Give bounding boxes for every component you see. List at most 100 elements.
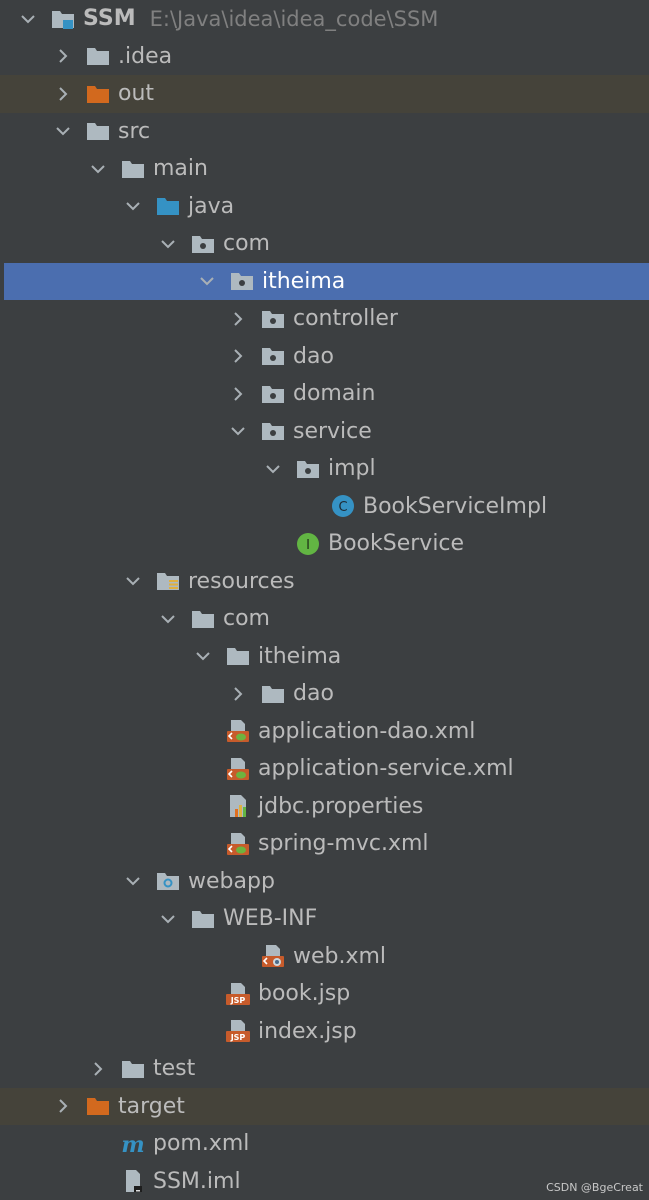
tree-item-webapp[interactable]: webapp	[0, 863, 649, 901]
chevron-down-icon[interactable]	[120, 193, 146, 219]
tree-item-book-jsp[interactable]: JSP book.jsp	[0, 975, 649, 1013]
source-root-folder-icon	[154, 192, 182, 220]
chevron-down-icon[interactable]	[260, 456, 286, 482]
spring-xml-icon	[224, 830, 252, 858]
chevron-right-icon[interactable]	[225, 343, 251, 369]
chevron-down-icon[interactable]	[190, 643, 216, 669]
tree-item-impl[interactable]: impl	[0, 450, 649, 488]
tree-item-web-xml[interactable]: web.xml	[0, 938, 649, 976]
tree-item-label: service	[293, 418, 372, 444]
chevron-down-icon[interactable]	[15, 6, 41, 32]
chevron-down-icon[interactable]	[50, 118, 76, 144]
package-icon	[259, 417, 287, 445]
chevron-down-icon[interactable]	[120, 868, 146, 894]
tree-item-idea[interactable]: .idea	[0, 38, 649, 76]
chevron-down-icon[interactable]	[225, 418, 251, 444]
chevron-right-icon[interactable]	[225, 306, 251, 332]
chevron-down-icon[interactable]	[155, 906, 181, 932]
tree-item-label: out	[118, 81, 155, 107]
project-folder-icon	[49, 5, 77, 33]
tree-item-spring-mvc-xml[interactable]: spring-mvc.xml	[0, 825, 649, 863]
chevron-right-icon[interactable]	[50, 1093, 76, 1119]
folder-icon	[119, 1055, 147, 1083]
folder-icon	[259, 680, 287, 708]
tree-item-target[interactable]: target	[0, 1087, 649, 1125]
chevron-right-icon[interactable]	[225, 681, 251, 707]
tree-item-out[interactable]: out	[0, 75, 649, 113]
tree-item-label: src	[118, 118, 151, 144]
tree-item-com[interactable]: com	[0, 600, 649, 638]
chevron-right-icon[interactable]	[50, 43, 76, 69]
tree-item-src[interactable]: src	[0, 113, 649, 151]
tree-item-label: java	[188, 193, 235, 219]
tree-item-label: com	[223, 231, 270, 257]
svg-text:JSP: JSP	[230, 996, 246, 1005]
tree-item-application-dao-xml[interactable]: application-dao.xml	[0, 713, 649, 751]
jsp-file-icon: JSP	[224, 980, 252, 1008]
tree-item-java[interactable]: java	[0, 188, 649, 226]
tree-item-controller[interactable]: controller	[0, 300, 649, 338]
excluded-folder-icon	[84, 1092, 112, 1120]
tree-item-label: application-dao.xml	[258, 718, 476, 744]
tree-item-dao[interactable]: dao	[0, 338, 649, 376]
maven-file-icon: m	[119, 1130, 147, 1158]
tree-item-label: spring-mvc.xml	[258, 831, 429, 857]
tree-item-itheima[interactable]: itheima	[4, 262, 649, 300]
tree-item-label: BookService	[328, 531, 465, 557]
folder-icon	[84, 117, 112, 145]
tree-item-bookserviceimpl[interactable]: C BookServiceImpl	[0, 488, 649, 526]
tree-item-index-jsp[interactable]: JSP index.jsp	[0, 1013, 649, 1051]
folder-icon	[84, 42, 112, 70]
tree-item-label: com	[223, 606, 270, 632]
folder-icon	[224, 642, 252, 670]
spring-xml-icon	[224, 755, 252, 783]
web-folder-icon	[154, 867, 182, 895]
package-icon	[259, 305, 287, 333]
jsp-file-icon: JSP	[224, 1017, 252, 1045]
package-icon	[294, 455, 322, 483]
tree-item-test[interactable]: test	[0, 1050, 649, 1088]
chevron-right-icon[interactable]	[225, 381, 251, 407]
tree-item-com[interactable]: com	[0, 225, 649, 263]
tree-item-dao[interactable]: dao	[0, 675, 649, 713]
chevron-down-icon[interactable]	[120, 568, 146, 594]
chevron-down-icon[interactable]	[155, 231, 181, 257]
web-xml-icon	[259, 942, 287, 970]
package-icon	[189, 230, 217, 258]
tree-item-jdbc-properties[interactable]: jdbc.properties	[0, 788, 649, 826]
chevron-right-icon[interactable]	[85, 1056, 111, 1082]
folder-icon	[189, 905, 217, 933]
tree-item-label: resources	[188, 568, 295, 594]
tree-item-label: jdbc.properties	[258, 793, 424, 819]
tree-item-label: domain	[293, 381, 376, 407]
tree-item-ssm[interactable]: SSM E:\Java\idea\idea_code\SSM	[0, 0, 649, 38]
tree-item-main[interactable]: main	[0, 150, 649, 188]
chevron-down-icon[interactable]	[85, 156, 111, 182]
properties-file-icon	[224, 792, 252, 820]
package-icon	[259, 342, 287, 370]
tree-item-itheima[interactable]: itheima	[0, 638, 649, 676]
tree-item-web-inf[interactable]: WEB-INF	[0, 900, 649, 938]
folder-icon	[189, 605, 217, 633]
folder-icon	[119, 155, 147, 183]
tree-item-service[interactable]: service	[0, 413, 649, 451]
tree-item-label: main	[153, 156, 208, 182]
tree-item-pom-xml[interactable]: m pom.xml	[0, 1125, 649, 1163]
tree-item-label: .idea	[118, 43, 173, 69]
tree-item-label: webapp	[188, 868, 275, 894]
tree-item-resources[interactable]: resources	[0, 563, 649, 601]
chevron-down-icon[interactable]	[155, 606, 181, 632]
tree-item-label: itheima	[258, 643, 342, 669]
tree-item-label: target	[118, 1093, 185, 1119]
tree-item-application-service-xml[interactable]: application-service.xml	[0, 750, 649, 788]
tree-item-label: SSM	[83, 6, 136, 32]
chevron-right-icon[interactable]	[50, 81, 76, 107]
tree-item-domain[interactable]: domain	[0, 375, 649, 413]
tree-item-label: dao	[293, 681, 334, 707]
tree-item-bookservice[interactable]: I BookService	[0, 525, 649, 563]
chevron-down-icon[interactable]	[194, 268, 220, 294]
